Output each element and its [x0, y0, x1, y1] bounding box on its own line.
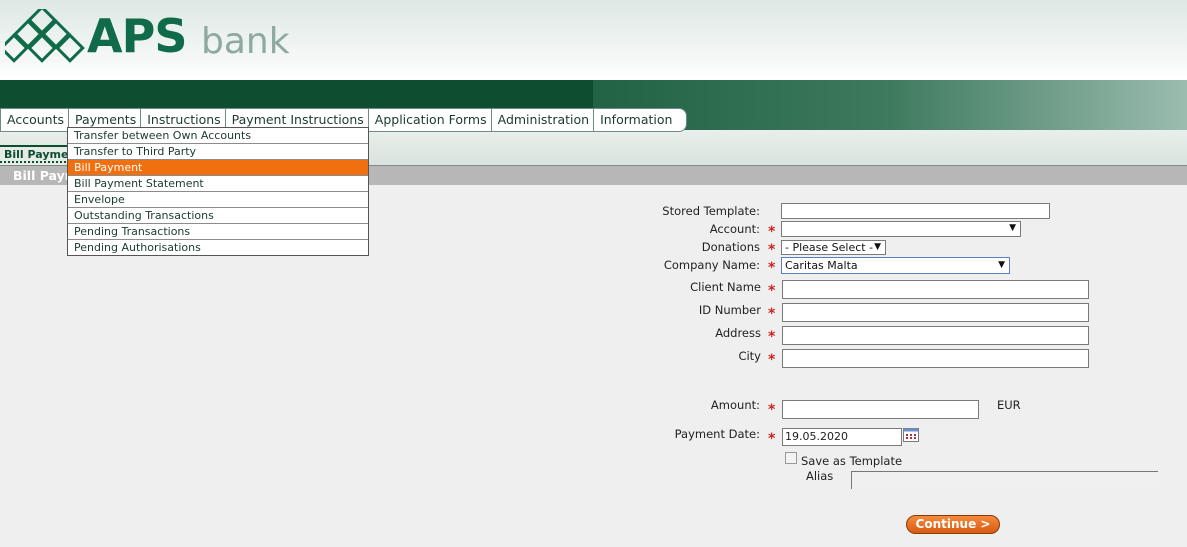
address-label: Address [715, 326, 761, 340]
company-name-label: Company Name: [663, 258, 760, 272]
account-select[interactable]: ▼ [781, 221, 1021, 237]
nav-information[interactable]: Information [594, 109, 686, 131]
dropdown-arrow-icon: ▼ [874, 242, 881, 252]
donations-required: * [768, 242, 776, 258]
nav-application-forms[interactable]: Application Forms [369, 109, 492, 131]
donations-value: - Please Select - [785, 241, 874, 254]
menu-item-outstanding-transactions[interactable]: Outstanding Transactions [68, 208, 368, 224]
account-required: * [768, 224, 776, 240]
save-template-label: Save as Template [801, 454, 903, 468]
company-required: * [768, 260, 776, 276]
stored-template-select[interactable] [781, 203, 1050, 219]
client-name-input[interactable] [782, 280, 1089, 299]
dropdown-arrow-icon: ▼ [1009, 223, 1016, 233]
payments-dropdown-menu: Transfer between Own Accounts Transfer t… [67, 127, 369, 256]
nav-accounts[interactable]: Accounts [1, 109, 69, 131]
payment-date-input[interactable]: 19.05.2020 [782, 428, 902, 446]
menu-item-transfer-own[interactable]: Transfer between Own Accounts [68, 128, 368, 144]
menu-item-pending-transactions[interactable]: Pending Transactions [68, 224, 368, 240]
client-name-label: Client Name [690, 280, 761, 294]
address-required: * [768, 329, 776, 345]
logo-bank-text: bank [201, 21, 290, 62]
nav-administration[interactable]: Administration [492, 109, 595, 131]
stored-template-label: Stored Template: [662, 204, 760, 218]
currency-label: EUR [997, 398, 1021, 412]
page-header: APS bank [0, 0, 1187, 80]
menu-item-bill-payment-statement[interactable]: Bill Payment Statement [68, 176, 368, 192]
calendar-icon[interactable] [903, 428, 919, 442]
subtab-underline [0, 161, 70, 163]
id-number-input[interactable] [782, 303, 1089, 322]
menu-item-pending-authorisations[interactable]: Pending Authorisations [68, 240, 368, 255]
city-input[interactable] [782, 349, 1089, 368]
continue-button[interactable]: Continue > [906, 515, 1000, 534]
save-template-checkbox[interactable] [785, 452, 797, 464]
menu-item-transfer-third-party[interactable]: Transfer to Third Party [68, 144, 368, 160]
header-band-dark [0, 80, 593, 108]
menu-item-bill-payment[interactable]: Bill Payment [68, 160, 368, 176]
logo-aps-text: APS [87, 9, 187, 63]
amount-label: Amount: [710, 398, 760, 412]
city-required: * [768, 352, 776, 368]
payment-date-required: * [768, 431, 776, 447]
payment-date-label: Payment Date: [674, 427, 760, 441]
account-label: Account: [709, 222, 760, 236]
amount-input[interactable] [782, 400, 979, 419]
amount-required: * [768, 402, 776, 418]
id-number-label: ID Number [698, 303, 761, 317]
address-input[interactable] [782, 326, 1089, 345]
donations-select[interactable]: - Please Select - ▼ [781, 240, 886, 255]
company-name-value: Caritas Malta [785, 259, 858, 272]
dropdown-arrow-icon: ▼ [998, 260, 1005, 270]
aps-logo-icon [5, 9, 85, 63]
company-name-select[interactable]: Caritas Malta ▼ [781, 257, 1010, 274]
id-number-required: * [768, 306, 776, 322]
client-name-required: * [768, 283, 776, 299]
city-label: City [738, 349, 761, 363]
donations-label: Donations [701, 240, 760, 254]
alias-label: Alias [806, 469, 834, 483]
alias-input[interactable] [851, 471, 1158, 489]
menu-item-envelope[interactable]: Envelope [68, 192, 368, 208]
